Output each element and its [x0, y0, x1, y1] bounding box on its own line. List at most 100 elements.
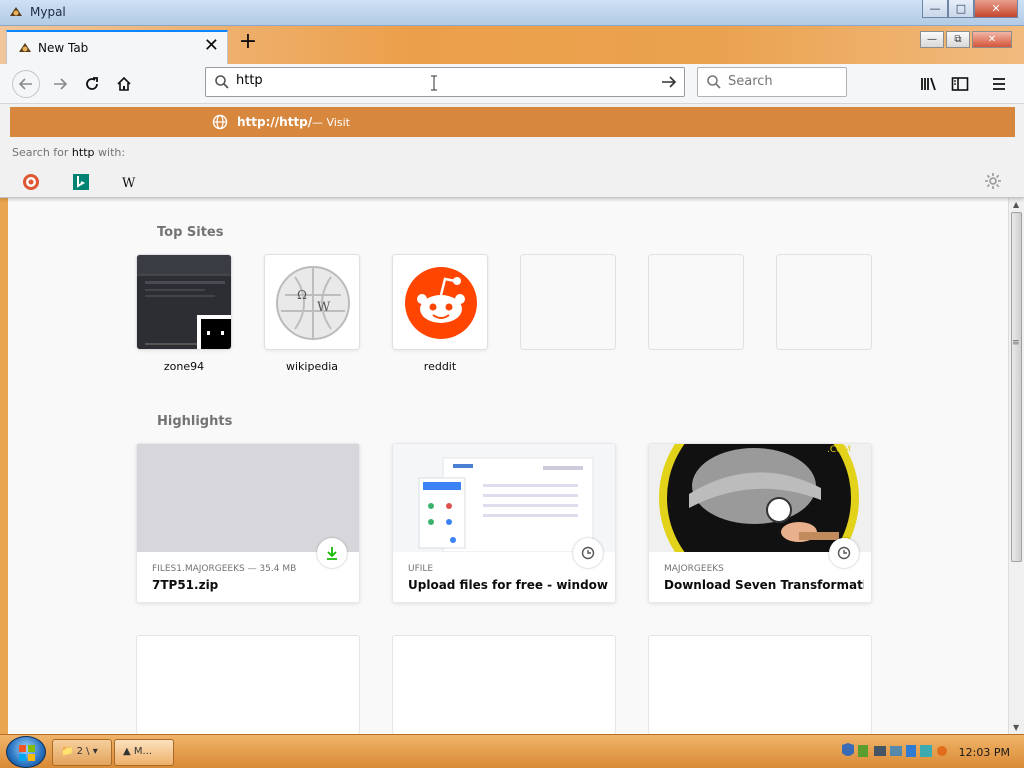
card-title: Upload files for free - windows ... — [408, 578, 608, 592]
home-button[interactable] — [110, 70, 138, 98]
tab-close-icon[interactable]: ✕ — [204, 37, 219, 55]
bing-engine-button[interactable] — [72, 173, 90, 191]
highlights-heading: Highlights — [157, 414, 233, 429]
highlight-card[interactable]: UFILE Upload files for free - windows ..… — [392, 443, 616, 603]
url-suggestions-popup: http://http/ — Visit Search for http wit… — [0, 104, 1024, 198]
duckduckgo-engine-button[interactable] — [22, 173, 40, 191]
clock-icon — [581, 546, 595, 560]
maximize-button[interactable]: □ — [948, 0, 974, 18]
mypal-logo-icon — [10, 7, 22, 16]
browser-close-button[interactable]: ✕ — [972, 31, 1012, 48]
card-title: 7TP51.zip — [152, 578, 219, 592]
reload-button[interactable] — [78, 70, 106, 98]
text-cursor-icon — [431, 75, 437, 91]
card-thumbnail: .COM — [649, 444, 871, 552]
forward-arrow-icon — [54, 78, 68, 90]
navigation-toolbar — [0, 64, 1024, 104]
search-input[interactable] — [728, 74, 838, 89]
window-close-button[interactable]: ✕ — [974, 0, 1018, 18]
browser-minimize-button[interactable]: — — [920, 31, 944, 48]
new-tab-button[interactable]: + — [238, 31, 258, 53]
menu-button[interactable] — [986, 71, 1012, 97]
wikipedia-engine-button[interactable]: W — [121, 173, 139, 191]
sidebar-button[interactable] — [947, 71, 973, 97]
topsite-wikipedia[interactable]: Ω W — [264, 254, 360, 350]
mypal-taskbar-icon: ▲ — [123, 746, 131, 757]
browser-restore-button[interactable]: ⧉ — [946, 31, 970, 48]
hamburger-menu-icon — [993, 78, 1005, 90]
reload-icon — [86, 77, 98, 90]
highlight-card[interactable]: FILES1.MAJORGEEKS — 35.4 MB 7TP51.zip — [136, 443, 360, 603]
vertical-scrollbar[interactable]: ▲ ≡ ▼ — [1008, 198, 1024, 734]
bing-icon — [73, 174, 89, 190]
card-badge — [317, 538, 347, 568]
tray-icons — [842, 743, 947, 757]
download-icon — [327, 547, 337, 560]
svg-text:W: W — [317, 300, 331, 315]
svg-text:Ω: Ω — [297, 288, 307, 302]
top-sites-heading: Top Sites — [157, 225, 224, 240]
topsite-empty-slot — [520, 254, 616, 350]
reddit-icon — [405, 267, 477, 339]
mypal-favicon-icon — [19, 43, 31, 52]
svg-text:W: W — [122, 176, 136, 189]
zone94-thumbnail — [137, 255, 231, 349]
card-thumbnail — [393, 444, 615, 552]
start-button[interactable] — [6, 736, 46, 768]
os-taskbar: 📁 2 \ ▾ ▲ M... 12:03 PM — [0, 734, 1024, 768]
scroll-down-icon[interactable]: ▼ — [1013, 723, 1019, 732]
card-badge — [573, 538, 603, 568]
scrollbar-thumb[interactable] — [1011, 212, 1022, 562]
svg-text:.COM: .COM — [827, 445, 851, 455]
globe-icon — [212, 114, 228, 130]
home-icon — [117, 76, 131, 91]
minimize-button[interactable]: — — [922, 0, 948, 18]
highlight-card[interactable]: .COM MAJORGEEKS Download Seven Transform… — [648, 443, 872, 603]
gear-icon[interactable] — [984, 172, 1002, 190]
highlight-empty-slot — [392, 635, 616, 734]
card-source: MAJORGEEKS — [664, 564, 724, 574]
scroll-up-icon[interactable]: ▲ — [1013, 200, 1019, 209]
taskbar-explorer-button[interactable]: 📁 2 \ ▾ — [52, 739, 112, 766]
wikipedia-icon: W — [122, 176, 136, 189]
highlight-empty-slot — [136, 635, 360, 734]
card-title: Download Seven Transformatio... — [664, 578, 864, 592]
topsite-label: zone94 — [163, 360, 205, 373]
folder-icon: 📁 — [61, 746, 74, 757]
topsite-empty-slot — [648, 254, 744, 350]
search-icon — [215, 75, 229, 89]
topsite-label: reddit — [423, 360, 457, 373]
topsite-reddit[interactable] — [392, 254, 488, 350]
taskbar-mypal-button[interactable]: ▲ M... — [114, 739, 174, 766]
highlight-empty-slot — [648, 635, 872, 734]
search-with-label: Search for http with: — [12, 146, 126, 159]
windows-logo-icon — [19, 745, 35, 761]
wikipedia-globe-icon: Ω W — [276, 266, 350, 340]
forward-button[interactable] — [46, 70, 74, 98]
duckduckgo-icon — [23, 174, 39, 190]
tab-label: New Tab — [38, 41, 89, 55]
back-button[interactable] — [12, 70, 40, 98]
clock-icon — [837, 546, 851, 560]
suggestion-action: — Visit — [312, 116, 350, 129]
tab-new-tab[interactable]: New Tab ✕ — [6, 30, 228, 64]
card-source: FILES1.MAJORGEEKS — 35.4 MB — [152, 564, 297, 574]
suggestion-url: http://http/ — [237, 115, 313, 129]
search-bar[interactable] — [697, 67, 847, 97]
library-icon — [921, 77, 936, 91]
window-titlebar: Mypal — □ ✕ — [0, 0, 1024, 26]
library-button[interactable] — [916, 71, 942, 97]
clock: 12:03 PM — [958, 746, 1010, 759]
tab-strip: New Tab ✕ + — ⧉ ✕ — [0, 26, 1024, 64]
card-source: UFILE — [408, 564, 434, 574]
topsite-empty-slot — [776, 254, 872, 350]
window-title: Mypal — [30, 5, 66, 19]
card-badge — [829, 538, 859, 568]
back-arrow-icon — [18, 78, 32, 90]
topsite-zone94[interactable] — [136, 254, 232, 350]
url-bar[interactable] — [205, 67, 685, 97]
topsite-label: wikipedia — [285, 360, 338, 373]
go-arrow-icon[interactable] — [660, 73, 678, 91]
scrollbar-grip-icon: ≡ — [1012, 338, 1020, 348]
suggestion-row[interactable]: http://http/ — Visit — [10, 107, 1015, 137]
